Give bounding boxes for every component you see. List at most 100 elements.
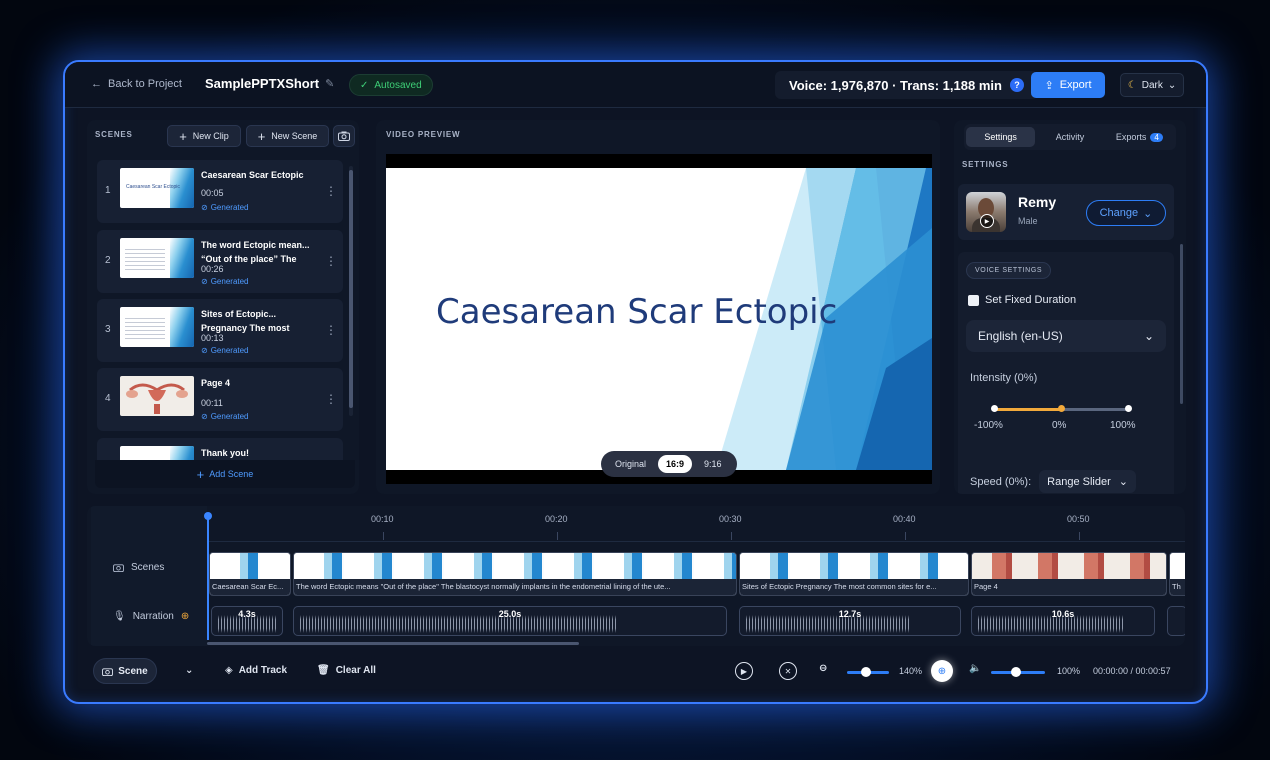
theme-label: Dark — [1141, 79, 1163, 91]
scene-card-2[interactable]: 2 The word Ectopic mean... “Out of the p… — [97, 230, 343, 293]
project-title[interactable]: SamplePPTXShort ✎ — [205, 76, 334, 91]
timeline-clip-2[interactable]: The word Ectopic means "Out of the place… — [293, 552, 737, 596]
status-text: Generated — [210, 346, 249, 355]
timeline-clip-1[interactable]: Caesarean Scar Ec... — [209, 552, 291, 596]
voice-avatar[interactable]: ▶ — [966, 192, 1006, 232]
scene-thumbnail — [120, 238, 194, 278]
export-button[interactable]: ⇪ Export — [1031, 72, 1105, 98]
zoom-out-icon: ⊖ — [819, 663, 828, 674]
change-voice-button[interactable]: Change ⌄ — [1086, 200, 1166, 226]
back-label: Back to Project — [108, 78, 182, 90]
add-scene-label: Add Scene — [209, 469, 254, 479]
status-text: Generated — [210, 277, 249, 286]
scene-button[interactable]: Scene — [93, 658, 157, 684]
scene-thumbnail — [120, 307, 194, 347]
volume-button[interactable]: 🔈 — [969, 663, 981, 674]
back-to-project-link[interactable]: ← Back to Project — [91, 78, 182, 90]
tab-settings[interactable]: Settings — [966, 127, 1036, 147]
playhead-handle[interactable] — [204, 512, 212, 520]
fixed-duration-checkbox[interactable] — [968, 294, 979, 306]
more-options-icon[interactable]: ⋮ — [325, 184, 337, 198]
ratio-16-9[interactable]: 16:9 — [658, 455, 693, 473]
help-icon[interactable]: ? — [1009, 78, 1024, 92]
scene-title: Caesarean Scar Ectopic — [201, 170, 304, 180]
collapse-button[interactable]: ⌄ — [185, 665, 193, 676]
settings-scrollbar[interactable] — [1180, 244, 1183, 404]
add-scene-button[interactable]: + Add Scene — [95, 460, 355, 488]
camera-icon — [113, 564, 124, 572]
video-stage[interactable]: Caesarean Scar Ectopic Original 16:9 9:1… — [386, 154, 932, 484]
usage-text: Voice: 1,976,870 · Trans: 1,188 min — [789, 77, 1002, 93]
ratio-9-16[interactable]: 9:16 — [696, 455, 730, 473]
playhead[interactable] — [207, 514, 209, 640]
new-clip-button[interactable]: + New Clip — [167, 125, 241, 147]
scene-status: ⊘ Generated — [201, 346, 249, 355]
generated-icon: ⊘ — [201, 346, 208, 355]
scene-card-1[interactable]: 1 Caesarean Scar Ectopic Caesarean Scar … — [97, 160, 343, 223]
scene-card-5[interactable]: Thank you! — [97, 438, 343, 460]
scenes-track-text: Scenes — [131, 562, 165, 573]
play-icon: ▶ — [740, 666, 748, 676]
zoom-slider-thumb[interactable] — [861, 667, 871, 677]
speed-select[interactable]: Range Slider ⌄ — [1039, 470, 1136, 493]
speed-label: Speed (0%): — [970, 475, 1032, 488]
zoom-in-button[interactable]: ⊕ — [931, 660, 953, 682]
time-ruler[interactable]: 00:10 00:20 00:30 00:40 00:50 — [207, 506, 1185, 542]
intensity-tick-mid: 0% — [1052, 420, 1067, 431]
thumbnail-title: Caesarean Scar Ectopic — [126, 184, 180, 190]
arrow-left-icon: ← — [91, 78, 102, 90]
narration-clip-3[interactable]: 12.7s — [739, 606, 961, 636]
new-scene-button[interactable]: + New Scene — [246, 125, 329, 147]
scene-card-4[interactable]: 4 Page 4 00:11 ⊘ Generated ⋮ — [97, 368, 343, 431]
narration-clip-1[interactable]: 4.3s — [211, 606, 283, 636]
tab-activity[interactable]: Activity — [1035, 127, 1104, 147]
clear-all-button[interactable]: 🗑 Clear All — [317, 665, 376, 676]
intensity-label: Intensity (0%) — [970, 372, 1038, 384]
play-icon[interactable]: ▶ — [980, 214, 994, 228]
scene-status: ⊘ Generated — [201, 203, 249, 212]
timeline-scrollbar[interactable] — [207, 642, 579, 645]
more-options-icon[interactable]: ⋮ — [325, 392, 337, 406]
top-bar: ← Back to Project SamplePPTXShort ✎ ✓ Au… — [65, 62, 1206, 108]
intensity-slider-thumb[interactable] — [1058, 405, 1065, 412]
autosaved-text: Autosaved — [374, 79, 422, 91]
play-button[interactable]: ▶ — [735, 662, 753, 680]
scenes-label: SCENES — [95, 130, 133, 139]
track-labels: Scenes 🎙 Narration ⊕ — [91, 506, 207, 646]
timeline-clip-5[interactable]: Th — [1169, 552, 1185, 596]
stop-button[interactable]: ✕ — [779, 662, 797, 680]
language-select[interactable]: English (en-US) ⌄ — [966, 320, 1166, 352]
timeline-clip-4[interactable]: Page 4 — [971, 552, 1167, 596]
tab-exports[interactable]: Exports 4 — [1105, 127, 1174, 147]
double-chevron-down-icon: ⌄ — [185, 665, 194, 676]
theme-dropdown[interactable]: ☾ Dark ⌄ — [1120, 73, 1184, 97]
fixed-duration-label: Set Fixed Duration — [985, 294, 1077, 306]
add-narration-icon[interactable]: ⊕ — [181, 611, 189, 622]
narration-clip-5[interactable] — [1167, 606, 1185, 636]
plus-icon: + — [179, 128, 187, 144]
narration-clip-4[interactable]: 10.6s — [971, 606, 1155, 636]
new-clip-label: New Clip — [192, 131, 229, 141]
zoom-out-button[interactable]: ⊖ — [819, 663, 827, 674]
scene-thumbnail — [120, 446, 194, 460]
scene-time: 00:05 — [201, 188, 224, 198]
volume-slider-thumb[interactable] — [1011, 667, 1021, 677]
timeline-clip-3[interactable]: Sites of Ectopic Pregnancy The most comm… — [739, 552, 969, 596]
more-options-icon[interactable]: ⋮ — [325, 323, 337, 337]
language-value: English (en-US) — [978, 329, 1063, 343]
fixed-duration-row[interactable]: Set Fixed Duration — [968, 294, 1076, 306]
speed-select-value: Range Slider — [1047, 475, 1111, 488]
ratio-original[interactable]: Original — [607, 455, 654, 473]
scene-list-scroll-thumb[interactable] — [349, 170, 353, 408]
add-track-button[interactable]: ◈ Add Track — [225, 665, 287, 676]
chevron-down-icon: ⌄ — [1118, 476, 1128, 488]
tab-label: Exports — [1115, 132, 1147, 142]
camera-button[interactable] — [333, 125, 355, 147]
layers-icon: ◈ — [225, 665, 233, 676]
pencil-icon[interactable]: ✎ — [325, 77, 334, 90]
status-text: Generated — [210, 412, 249, 421]
status-text: Generated — [210, 203, 249, 212]
more-options-icon[interactable]: ⋮ — [325, 254, 337, 268]
narration-clip-2[interactable]: 25.0s — [293, 606, 727, 636]
scene-card-3[interactable]: 3 Sites of Ectopic... Pregnancy The most… — [97, 299, 343, 362]
